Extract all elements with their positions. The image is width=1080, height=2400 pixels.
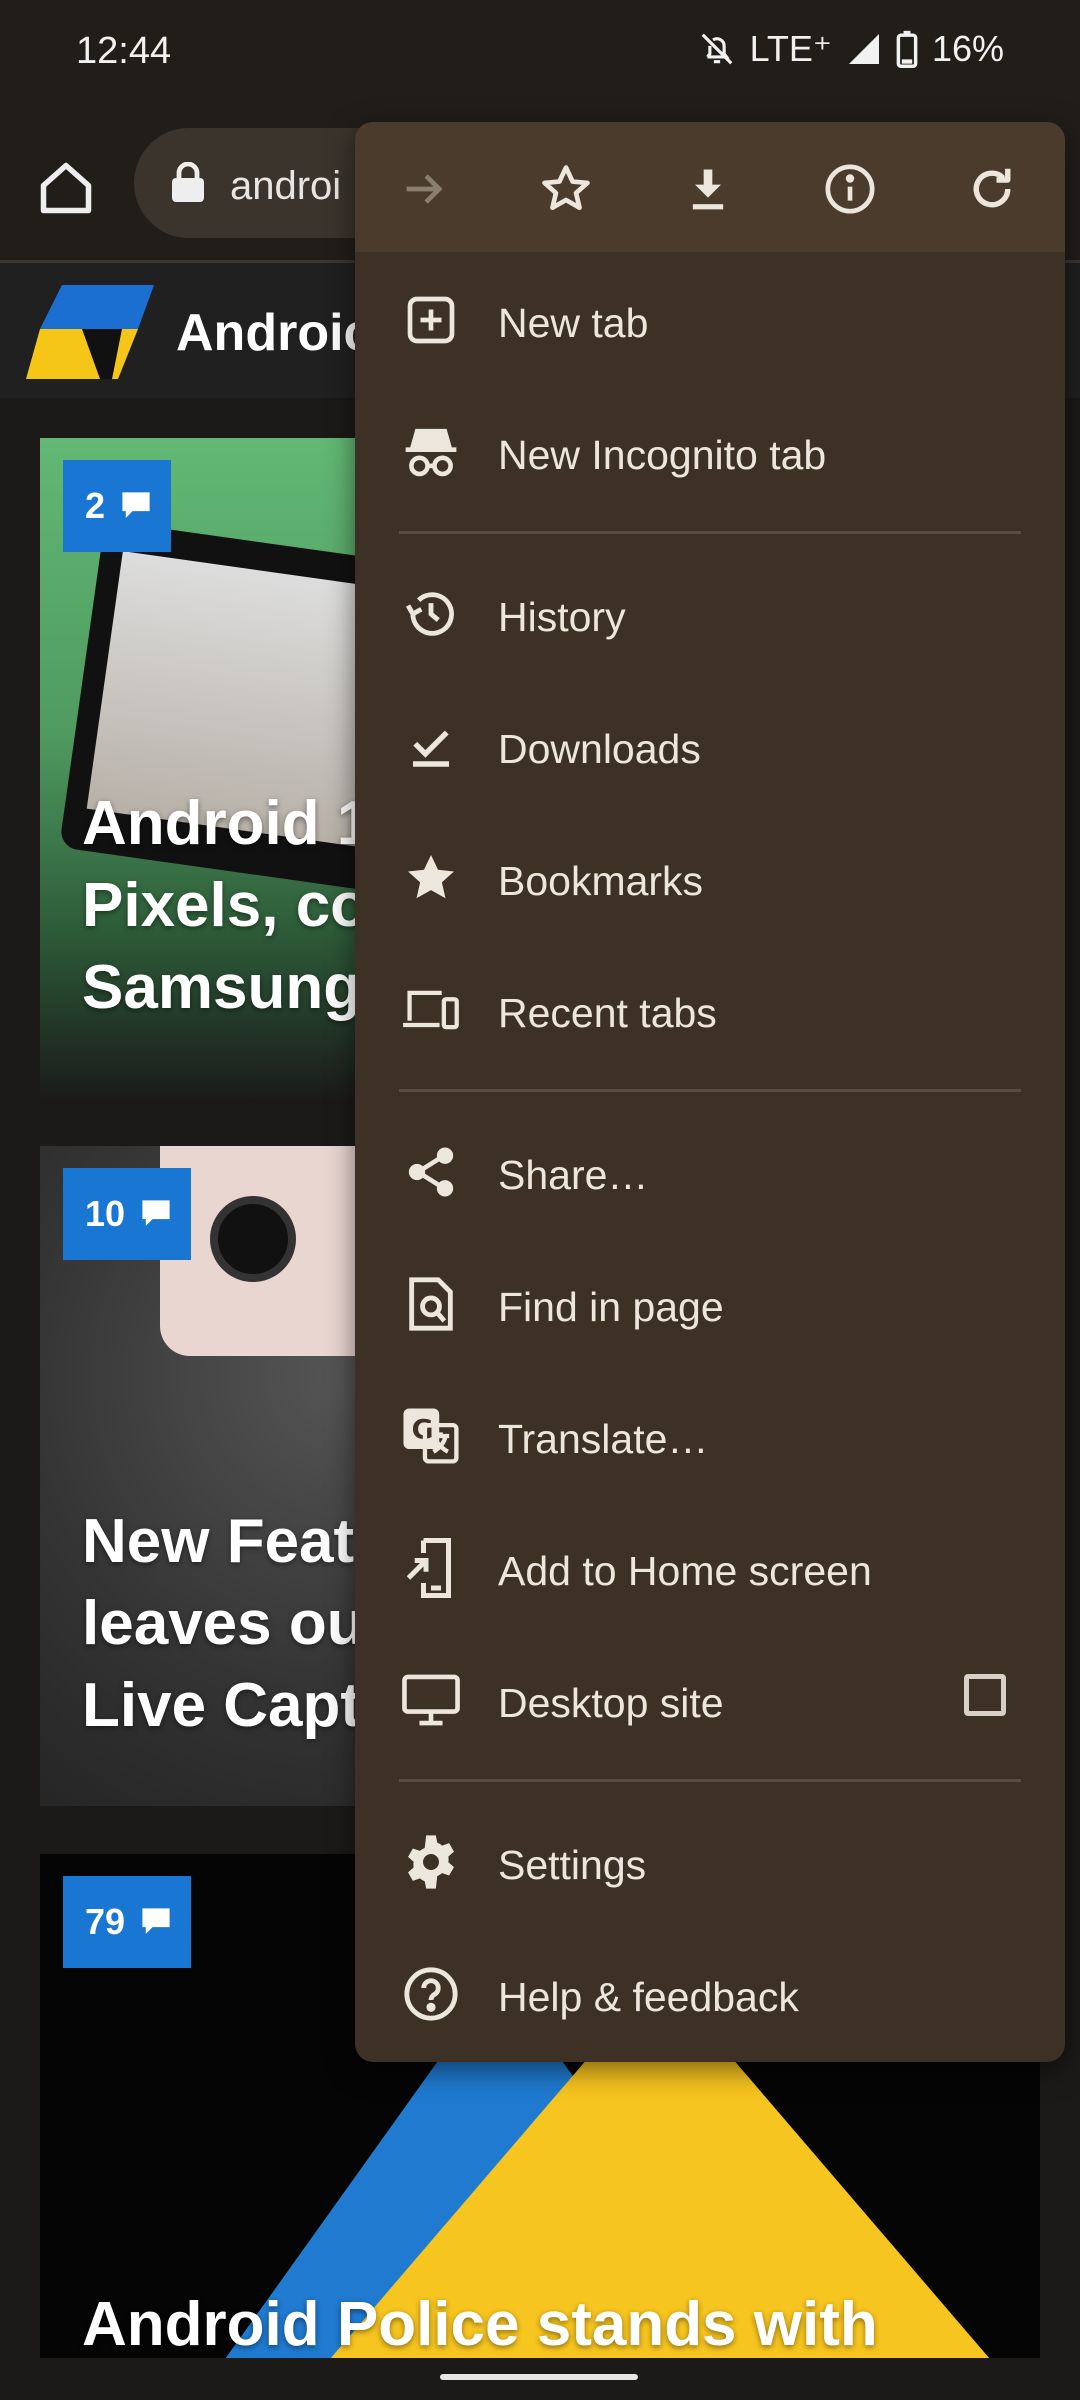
- menu-item-share[interactable]: Share…: [355, 1106, 1065, 1238]
- forward-button[interactable]: [395, 160, 453, 218]
- site-name: Androic: [176, 304, 373, 362]
- desktop-icon: [402, 1674, 460, 1726]
- download-page-button[interactable]: [679, 160, 737, 218]
- article-title[interactable]: Android 1 Pixels, co Samsung: [82, 783, 371, 1029]
- new-tab-icon: [407, 296, 455, 344]
- reload-button[interactable]: [963, 160, 1021, 218]
- menu-item-label: Recent tabs: [498, 990, 717, 1036]
- menu-action-row: [355, 122, 1065, 252]
- article-title[interactable]: Android Police stands with: [82, 2284, 878, 2366]
- recent-tabs-icon: [403, 990, 459, 1030]
- menu-item-label: Desktop site: [498, 1680, 724, 1726]
- comment-count: 2: [85, 485, 106, 526]
- menu-item-label: Share…: [498, 1152, 649, 1198]
- comment-badge[interactable]: 2: [63, 460, 172, 552]
- desktop-site-checkbox[interactable]: [964, 1674, 1006, 1716]
- browser-overflow-menu: New tab New Incognito tab History Downlo…: [355, 122, 1065, 2062]
- url-text: androi: [230, 164, 342, 208]
- signal-icon: [848, 34, 879, 64]
- help-icon: [404, 1967, 458, 2021]
- menu-item-label: Bookmarks: [498, 858, 704, 904]
- find-in-page-icon: [409, 1277, 453, 1331]
- comment-badge[interactable]: 10: [63, 1168, 192, 1260]
- menu-item-help-feedback[interactable]: Help & feedback: [355, 1928, 1065, 2060]
- menu-item-label: Settings: [498, 1842, 647, 1888]
- bookmarks-icon: [408, 855, 454, 899]
- bell-off-icon: [701, 33, 732, 65]
- network-type: LTE⁺: [749, 28, 832, 69]
- share-icon: [408, 1147, 454, 1197]
- menu-item-find-in-page[interactable]: Find in page: [355, 1238, 1065, 1370]
- battery-level: 16%: [931, 28, 1004, 69]
- home-icon: [40, 162, 92, 214]
- lock-icon: [172, 162, 204, 202]
- menu-item-label: Downloads: [498, 726, 701, 772]
- comment-icon: [142, 1200, 170, 1226]
- article-title[interactable]: New Feat leaves ou Live Capt: [82, 1501, 365, 1747]
- menu-item-recent-tabs[interactable]: Recent tabs: [355, 944, 1065, 1076]
- menu-item-desktop-site[interactable]: Desktop site: [355, 1634, 1065, 1766]
- comment-badge[interactable]: 79: [63, 1876, 192, 1968]
- comment-icon: [122, 492, 150, 518]
- menu-item-translate[interactable]: G Translate…: [355, 1370, 1065, 1502]
- status-icons: LTE⁺ 16%: [698, 28, 1004, 70]
- battery-icon: [896, 30, 918, 68]
- bookmark-star-icon: [542, 165, 590, 211]
- menu-item-label: History: [498, 594, 626, 640]
- menu-item-bookmarks[interactable]: Bookmarks: [355, 812, 1065, 944]
- comment-count: 10: [85, 1193, 126, 1234]
- menu-item-new-tab[interactable]: New tab: [355, 254, 1065, 386]
- comment-icon: [142, 1908, 170, 1934]
- menu-divider: [399, 1779, 1021, 1782]
- download-icon: [692, 169, 724, 210]
- add-to-home-icon: [406, 1538, 451, 1598]
- svg-text:G: G: [412, 1414, 434, 1445]
- forward-icon: [406, 174, 443, 204]
- comment-count: 79: [85, 1901, 126, 1942]
- gesture-home-handle[interactable]: [440, 2374, 638, 2380]
- menu-item-label: Find in page: [498, 1284, 724, 1330]
- menu-item-add-to-home-screen[interactable]: Add to Home screen: [355, 1502, 1065, 1634]
- site-logo[interactable]: [26, 275, 158, 385]
- menu-divider: [399, 531, 1021, 534]
- menu-item-history[interactable]: History: [355, 548, 1065, 680]
- reload-icon: [973, 168, 1011, 208]
- menu-item-new-incognito-tab[interactable]: New Incognito tab: [355, 386, 1065, 518]
- bookmark-page-button[interactable]: [537, 160, 595, 218]
- history-icon: [405, 592, 454, 636]
- page-info-button[interactable]: [821, 160, 879, 218]
- incognito-icon: [405, 428, 457, 477]
- status-bar: 12:44 LTE⁺ 16%: [0, 0, 1080, 110]
- menu-item-label: Translate…: [498, 1416, 709, 1462]
- status-time: 12:44: [76, 30, 172, 72]
- home-button[interactable]: [36, 158, 96, 218]
- menu-item-settings[interactable]: Settings: [355, 1796, 1065, 1928]
- downloads-icon: [413, 730, 449, 767]
- menu-item-label: New Incognito tab: [498, 432, 827, 478]
- menu-item-label: Help & feedback: [498, 1974, 799, 2020]
- settings-icon: [408, 1835, 454, 1889]
- menu-item-label: New tab: [498, 300, 649, 346]
- menu-item-downloads[interactable]: Downloads: [355, 680, 1065, 812]
- menu-item-label: Add to Home screen: [498, 1548, 872, 1594]
- translate-icon: G: [403, 1408, 459, 1464]
- page-info-icon: [825, 164, 875, 214]
- menu-divider: [399, 1089, 1021, 1092]
